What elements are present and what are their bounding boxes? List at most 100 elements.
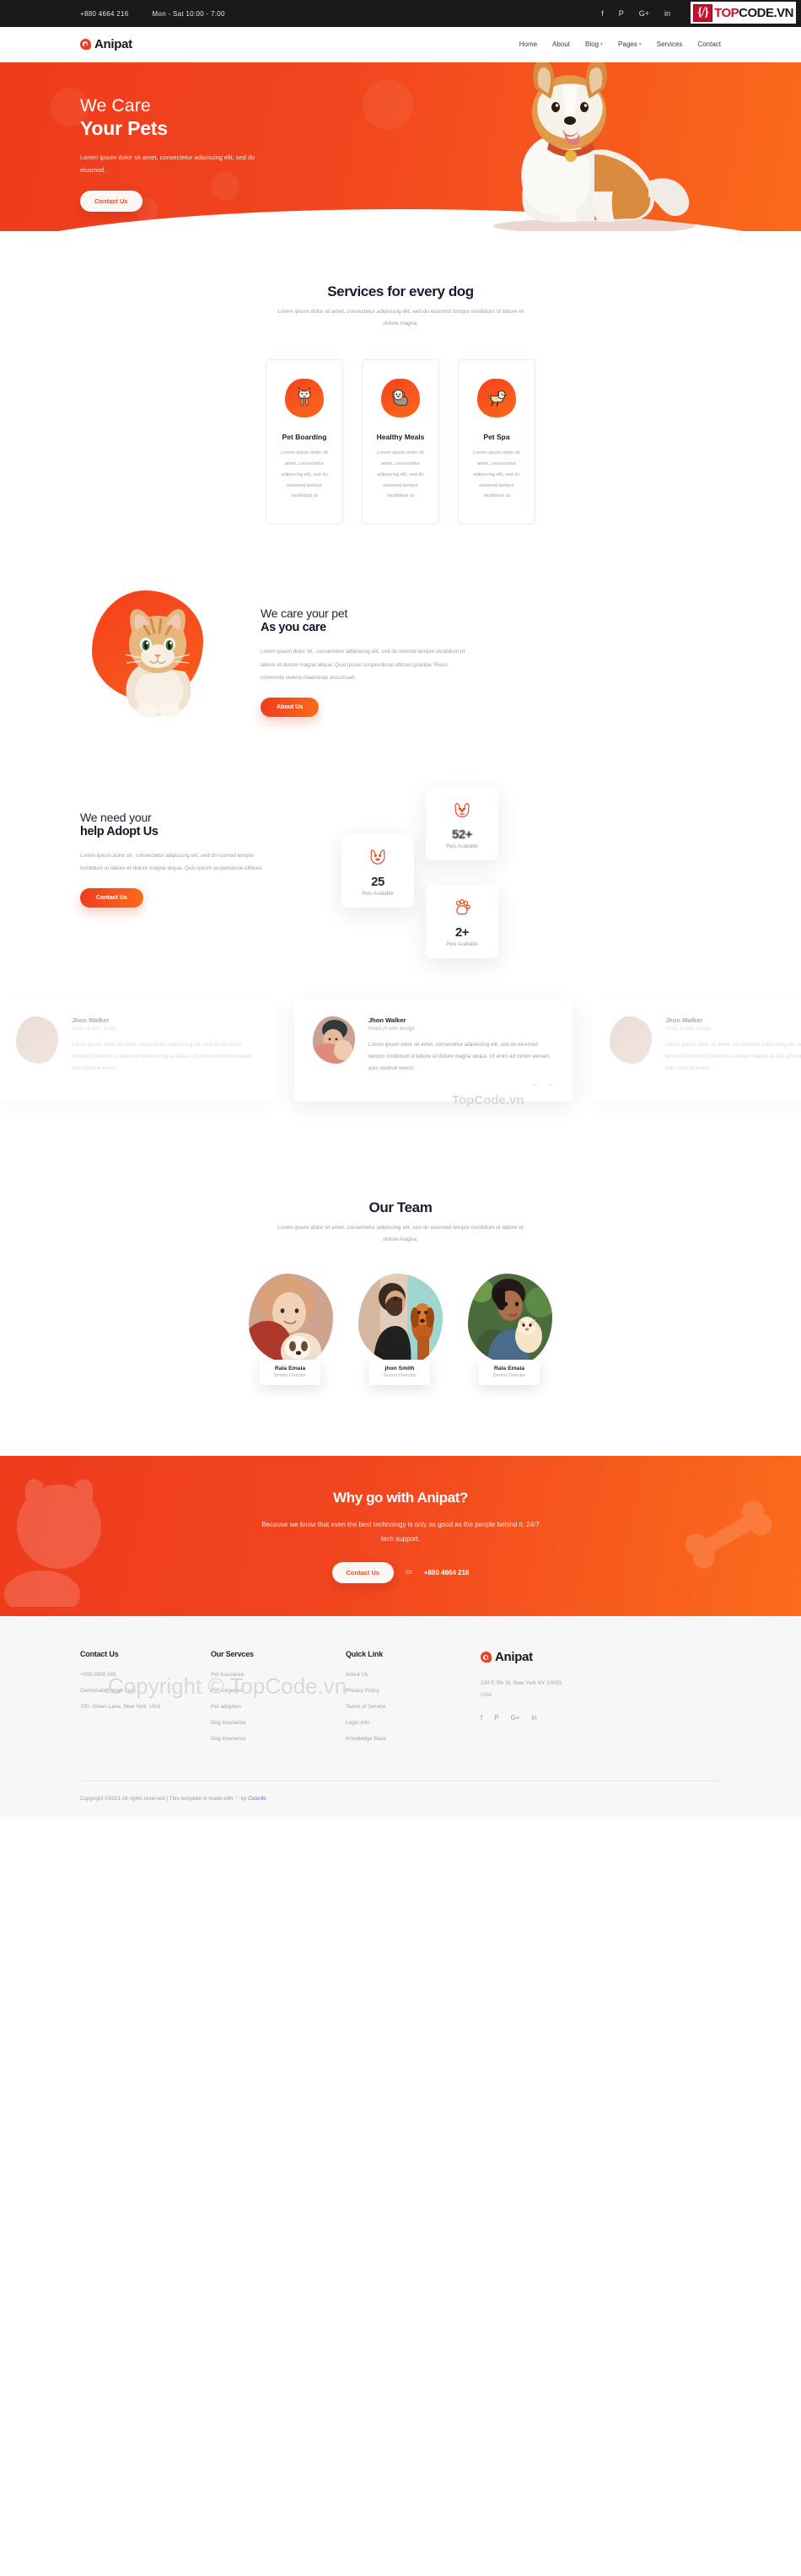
footer-link[interactable]: 700, Green Lane, New York, USA <box>80 1704 211 1710</box>
about-us-button[interactable]: About Us <box>261 697 320 717</box>
site-footer: Contact Us +555 0000 565 Demomail@gmail.… <box>0 1616 801 1818</box>
footer-column-services: Our Servces Pet Insurance Pet surgeries … <box>211 1650 346 1752</box>
facebook-icon[interactable]: f <box>601 9 604 18</box>
topcode-mark-icon: {/} <box>693 3 713 22</box>
stat-value: 52+ <box>452 827 472 843</box>
footer-link[interactable]: Knowledge Base <box>346 1736 481 1742</box>
testimonial-text: Lorem ipsum dolor sit amet, consectetur … <box>72 1042 255 1072</box>
copyright-prefix: Copyright ©2021 All rights reserved | Th… <box>80 1796 235 1803</box>
stat-label: Pets Available <box>362 892 394 897</box>
member-name: Rala Emaia <box>274 1366 306 1372</box>
footer-link[interactable]: Demomail@gmail.Com <box>80 1688 211 1694</box>
team-member-list: Rala Emaia Senior Director jhon Smith Se… <box>80 1274 721 1397</box>
care-cat-image <box>80 584 240 740</box>
paw-speech-logo-icon <box>481 1652 492 1663</box>
hero-paragraph: Lorem ipsum dolor sit amet, consectetur … <box>80 153 255 175</box>
footer-link[interactable]: Dog Insurance <box>211 1720 346 1726</box>
hero-banner: We Care Your Pets Lorem ipsum dolor sit … <box>0 62 801 231</box>
cta-phone[interactable]: +880 4664 216 <box>424 1569 470 1576</box>
colorlib-link[interactable]: Colorlib <box>248 1796 266 1802</box>
adopt-title-bold: help Adopt Us <box>80 825 159 839</box>
team-member[interactable]: Rala Emaia Senior Director <box>468 1274 552 1397</box>
testimonial-role: Head of web design <box>72 1026 118 1032</box>
stat-card-pets-2: 2+ Pets Available <box>426 885 498 959</box>
nav-item-blog[interactable]: Blog ▾ <box>585 40 603 48</box>
service-card-pet-spa[interactable]: Pet Spa Lorem ipsum dolor sit amet, cons… <box>458 359 535 525</box>
google-plus-icon[interactable]: G+ <box>511 1714 520 1722</box>
testimonial-name: Jhon Walker <box>72 1016 110 1025</box>
footer-link[interactable]: Pet adoption <box>211 1704 346 1710</box>
footer-link[interactable]: Login info <box>346 1720 481 1726</box>
dog-standing-icon <box>285 379 324 418</box>
footer-brand-link[interactable]: Anipat <box>481 1650 721 1664</box>
stat-label: Pets Available <box>446 844 478 850</box>
pinterest-icon[interactable]: P <box>619 9 624 18</box>
member-photo <box>468 1274 552 1366</box>
brand-name: Anipat <box>94 37 132 51</box>
nav-item-pages[interactable]: Pages ▾ <box>618 40 642 48</box>
footer-link[interactable]: Dog Insurance <box>211 1736 346 1742</box>
nav-label: Contact <box>697 40 721 48</box>
linkedin-icon[interactable]: in <box>664 9 670 18</box>
carousel-next-icon[interactable]: → <box>547 1081 554 1088</box>
hero-copy: We Care Your Pets Lorem ipsum dolor sit … <box>80 96 358 213</box>
footer-column-quicklink: Quick Link About Us Privacy Policy Terms… <box>346 1650 481 1752</box>
team-subtitle: Lorem ipsum dolor sit amet, consectetur … <box>277 1225 524 1242</box>
service-text: Lorem ipsum dolor sit amet, consectetur … <box>281 450 328 499</box>
team-member[interactable]: jhon Smith Senior Director <box>358 1274 443 1397</box>
service-card-healthy-meals[interactable]: Healthy Meals Lorem ipsum dolor sit amet… <box>362 359 439 525</box>
footer-link[interactable]: Terms of Service <box>346 1704 481 1710</box>
nav-item-home[interactable]: Home <box>519 40 537 48</box>
nav-item-about[interactable]: About <box>552 40 570 48</box>
footer-link[interactable]: Privacy Policy <box>346 1688 481 1694</box>
brand-logo-link[interactable]: Anipat <box>80 37 132 51</box>
topbar-contact-group: +880 4664 216 Mon - Sat 10:00 - 7:00 <box>80 10 225 18</box>
linkedin-icon[interactable]: in <box>531 1714 536 1722</box>
hero-contact-button[interactable]: Contact Us <box>80 191 142 213</box>
footer-social-group: f P G+ in <box>481 1714 721 1722</box>
facebook-icon[interactable]: f <box>481 1714 482 1722</box>
topbar-hours: Mon - Sat 10:00 - 7:00 <box>152 9 225 18</box>
testimonial-role: Head of web design <box>368 1026 415 1032</box>
nav-item-services[interactable]: Services <box>657 40 683 48</box>
copyright-by: by <box>239 1796 249 1803</box>
care-paragraph: Lorem ipsum dolor sit , consectetur adip… <box>261 649 465 681</box>
avatar <box>313 1016 355 1064</box>
top-bar: +880 4664 216 Mon - Sat 10:00 - 7:00 f P… <box>0 0 801 27</box>
google-plus-icon[interactable]: G+ <box>639 9 649 18</box>
services-title: Services for every dog <box>327 283 474 299</box>
testimonial-role: Head of web design <box>665 1026 712 1032</box>
member-name: Rala Emaia <box>493 1366 525 1372</box>
footer-link[interactable]: +555 0000 565 <box>80 1672 211 1678</box>
stat-value: 25 <box>371 875 384 890</box>
member-card: Rala Emaia Senior Director <box>260 1360 320 1386</box>
about-care-section: We care your pet As you care Lorem ipsum… <box>80 525 721 740</box>
carousel-prev-icon[interactable]: ← <box>532 1081 539 1088</box>
footer-column-title: Contact Us <box>80 1650 119 1659</box>
team-member[interactable]: Rala Emaia Senior Director <box>249 1274 333 1397</box>
footer-brand-name: Anipat <box>495 1650 533 1665</box>
paw-speech-logo-icon <box>80 39 91 50</box>
main-navigation: Anipat Home About Blog ▾ Pages ▾ Services … <box>0 27 801 62</box>
member-photo <box>358 1274 443 1366</box>
cta-title: Why go with Anipat? <box>333 1490 468 1506</box>
testimonial-carousel[interactable]: Jhon Walker Head of web design Lorem ips… <box>0 1000 801 1102</box>
service-card-pet-boarding[interactable]: Pet Boarding Lorem ipsum dolor sit amet,… <box>266 359 343 525</box>
testimonials-section: Jhon Walker Head of web design Lorem ips… <box>0 1000 801 1139</box>
footer-column-brand: Anipat 239 E 5th St, New York NY 10003, … <box>481 1650 721 1752</box>
testimonial-name: Jhon Walker <box>665 1016 703 1025</box>
footer-address: 239 E 5th St, New York NY 10003, USA <box>481 1680 563 1698</box>
footer-link[interactable]: About Us <box>346 1672 481 1678</box>
care-title-light: We care your pet <box>261 606 348 621</box>
paw-icon <box>434 897 490 919</box>
topbar-social-group: f P G+ in <box>601 9 670 18</box>
cta-contact-button[interactable]: Contact Us <box>331 1561 395 1583</box>
adopt-copy: We need your help Adopt Us Lorem ipsum d… <box>80 770 325 951</box>
nav-item-contact[interactable]: Contact <box>697 40 721 48</box>
footer-link[interactable]: Pet Insurance <box>211 1672 346 1678</box>
pinterest-icon[interactable]: P <box>494 1714 498 1722</box>
topcode-text-b: CODE.VN <box>739 5 793 20</box>
footer-link[interactable]: Pet surgeries <box>211 1688 346 1694</box>
hero-dog-image <box>493 62 696 231</box>
adopt-contact-button[interactable]: Contact Us <box>80 888 143 908</box>
